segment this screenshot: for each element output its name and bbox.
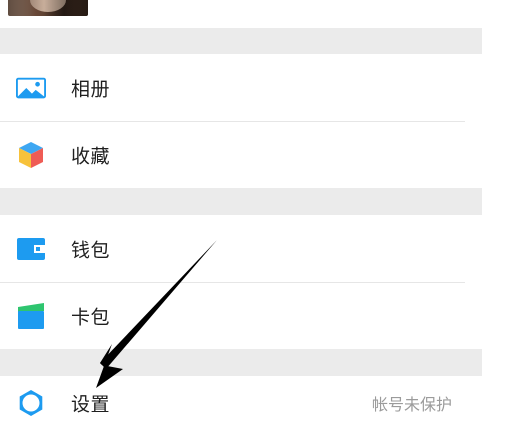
avatar[interactable] — [8, 0, 88, 16]
wallet-icon — [16, 234, 46, 264]
menu-item-label: 设置 — [71, 393, 111, 415]
menu-panel: 相册 收藏 钱包 卡包 设置 帐号未保护 — [0, 0, 482, 429]
gear-icon — [16, 388, 46, 418]
account-protection-status: 帐号未保护 — [371, 394, 452, 414]
album-icon — [16, 73, 46, 103]
menu-item-label: 收藏 — [71, 145, 111, 168]
card-holder-icon — [16, 301, 46, 331]
menu-item-wallet[interactable]: 钱包 — [0, 215, 482, 282]
section-divider-3 — [0, 349, 482, 376]
menu-item-favorites[interactable]: 收藏 — [0, 122, 482, 188]
menu-item-album[interactable]: 相册 — [0, 54, 482, 121]
section-divider-2 — [0, 188, 482, 215]
me-page: 相册 收藏 钱包 卡包 设置 帐号未保护 — [0, 0, 523, 429]
menu-item-label: 钱包 — [71, 239, 111, 261]
menu-item-cards[interactable]: 卡包 — [0, 283, 482, 349]
menu-item-label: 卡包 — [71, 306, 111, 329]
menu-item-label: 相册 — [71, 78, 111, 100]
section-divider-1 — [0, 28, 482, 54]
right-margin — [482, 0, 523, 429]
favorites-cube-icon — [16, 140, 46, 170]
menu-item-settings[interactable]: 设置 帐号未保护 — [0, 376, 482, 429]
